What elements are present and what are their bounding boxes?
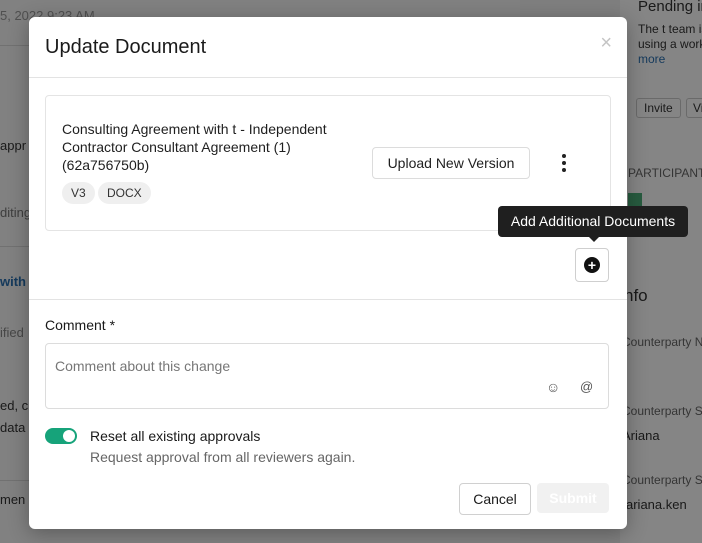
comment-placeholder: Comment about this change xyxy=(55,358,231,374)
divider xyxy=(29,299,627,300)
divider xyxy=(29,77,627,78)
file-type-badge: DOCX xyxy=(98,182,151,204)
reset-approvals-toggle[interactable] xyxy=(45,428,77,444)
toggle-knob xyxy=(63,430,75,442)
upload-new-version-button[interactable]: Upload New Version xyxy=(372,147,530,179)
plus-circle-icon: + xyxy=(584,257,600,273)
reset-approvals-label: Reset all existing approvals xyxy=(90,428,261,444)
tooltip-arrow xyxy=(588,236,600,242)
more-options-icon[interactable] xyxy=(558,154,570,172)
document-name: Consulting Agreement with t - Independen… xyxy=(62,121,327,173)
cancel-button[interactable]: Cancel xyxy=(459,483,531,515)
close-icon[interactable]: × xyxy=(600,32,612,55)
version-badge: V3 xyxy=(62,182,95,204)
add-documents-tooltip: Add Additional Documents xyxy=(498,206,688,237)
submit-button[interactable]: Submit xyxy=(537,483,609,513)
update-document-modal: Update Document × Consulting Agreement w… xyxy=(29,17,688,529)
comment-label: Comment * xyxy=(45,317,116,333)
add-documents-button[interactable]: + xyxy=(575,248,609,282)
mention-icon[interactable]: @ xyxy=(580,379,593,394)
comment-input[interactable]: Comment about this change ☺ @ xyxy=(45,343,609,409)
modal-title: Update Document xyxy=(45,36,207,58)
emoji-icon[interactable]: ☺ xyxy=(546,379,560,395)
reset-approvals-description: Request approval from all reviewers agai… xyxy=(90,449,356,465)
